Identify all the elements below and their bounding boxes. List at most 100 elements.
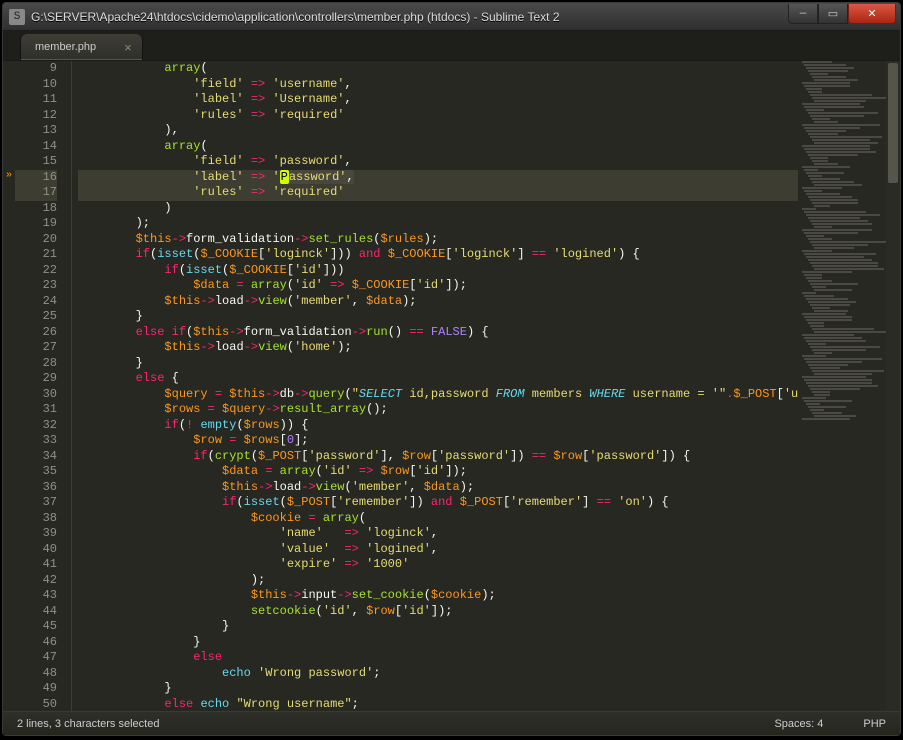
line-number[interactable]: 25: [15, 309, 57, 325]
line-number[interactable]: 27: [15, 340, 57, 356]
code-line[interactable]: $this->load->view('member', $data);: [78, 294, 886, 310]
line-number[interactable]: 15: [15, 154, 57, 170]
minimize-button[interactable]: —: [788, 4, 818, 24]
tab-close-icon[interactable]: ×: [124, 40, 132, 55]
bookmark-gutter: »: [3, 61, 15, 711]
code-line[interactable]: 'rules' => 'required': [78, 108, 886, 124]
title-bar[interactable]: S G:\SERVER\Apache24\htdocs\cidemo\appli…: [3, 3, 900, 31]
line-number[interactable]: 12: [15, 108, 57, 124]
code-line[interactable]: if(crypt($_POST['password'], $row['passw…: [78, 449, 886, 465]
code-area[interactable]: array( 'field' => 'username', 'label' =>…: [72, 61, 886, 711]
line-number[interactable]: 34: [15, 449, 57, 465]
line-number-gutter[interactable]: 9101112131415161718192021222324252627282…: [15, 61, 72, 711]
code-line[interactable]: 'field' => 'username',: [78, 77, 886, 93]
code-line[interactable]: if(! empty($rows)) {: [78, 418, 886, 434]
code-line[interactable]: $data = array('id' => $_COOKIE['id']);: [78, 278, 886, 294]
line-number[interactable]: 50: [15, 697, 57, 712]
line-number[interactable]: 49: [15, 681, 57, 697]
code-line[interactable]: );: [78, 573, 886, 589]
code-line[interactable]: }: [78, 309, 886, 325]
status-indent[interactable]: Spaces: 4: [774, 718, 823, 730]
tab-member-php[interactable]: member.php ×: [21, 34, 142, 60]
code-line[interactable]: if(isset($_POST['remember']) and $_POST[…: [78, 495, 886, 511]
line-number[interactable]: 39: [15, 526, 57, 542]
line-number[interactable]: 35: [15, 464, 57, 480]
line-number[interactable]: 31: [15, 402, 57, 418]
line-number[interactable]: 10: [15, 77, 57, 93]
code-line[interactable]: }: [78, 635, 886, 651]
code-line[interactable]: ),: [78, 123, 886, 139]
line-number[interactable]: 24: [15, 294, 57, 310]
line-number[interactable]: 41: [15, 557, 57, 573]
code-line[interactable]: $this->input->set_cookie($cookie);: [78, 588, 886, 604]
code-line[interactable]: $this->load->view('member', $data);: [78, 480, 886, 496]
code-line[interactable]: 'name' => 'loginck',: [78, 526, 886, 542]
line-number[interactable]: 44: [15, 604, 57, 620]
code-line[interactable]: }: [78, 356, 886, 372]
editor[interactable]: » 91011121314151617181920212223242526272…: [3, 61, 900, 711]
line-number[interactable]: 38: [15, 511, 57, 527]
vertical-scrollbar[interactable]: [886, 61, 900, 711]
close-button[interactable]: ✕: [848, 4, 896, 24]
line-number[interactable]: 36: [15, 480, 57, 496]
code-line[interactable]: $this->load->view('home');: [78, 340, 886, 356]
code-line[interactable]: $query = $this->db->query("SELECT id,pas…: [78, 387, 886, 403]
code-line[interactable]: setcookie('id', $row['id']);: [78, 604, 886, 620]
line-number[interactable]: 26: [15, 325, 57, 341]
line-number[interactable]: 47: [15, 650, 57, 666]
code-line[interactable]: array(: [78, 61, 886, 77]
line-number[interactable]: 28: [15, 356, 57, 372]
minimap[interactable]: [798, 61, 886, 711]
line-number[interactable]: 46: [15, 635, 57, 651]
code-line[interactable]: }: [78, 619, 886, 635]
line-number[interactable]: 33: [15, 433, 57, 449]
code-line[interactable]: else echo "Wrong username";: [78, 697, 886, 712]
code-line[interactable]: $data = array('id' => $row['id']);: [78, 464, 886, 480]
code-line[interactable]: 'rules' => 'required': [78, 185, 886, 201]
line-number[interactable]: 14: [15, 139, 57, 155]
line-number[interactable]: 43: [15, 588, 57, 604]
code-line[interactable]: array(: [78, 139, 886, 155]
maximize-button[interactable]: ▭: [818, 4, 848, 24]
code-line[interactable]: if(isset($_COOKIE['id'])): [78, 263, 886, 279]
code-line[interactable]: else if($this->form_validation->run() ==…: [78, 325, 886, 341]
line-number[interactable]: 21: [15, 247, 57, 263]
line-number[interactable]: 20: [15, 232, 57, 248]
line-number[interactable]: 17: [15, 185, 57, 201]
line-number[interactable]: 11: [15, 92, 57, 108]
line-number[interactable]: 16: [15, 170, 57, 186]
line-number[interactable]: 22: [15, 263, 57, 279]
code-line[interactable]: else: [78, 650, 886, 666]
scroll-thumb[interactable]: [888, 63, 898, 183]
code-line[interactable]: if(isset($_COOKIE['loginck'])) and $_COO…: [78, 247, 886, 263]
code-line[interactable]: }: [78, 681, 886, 697]
line-number[interactable]: 29: [15, 371, 57, 387]
line-number[interactable]: 19: [15, 216, 57, 232]
status-language[interactable]: PHP: [863, 718, 886, 730]
line-number[interactable]: 45: [15, 619, 57, 635]
code-line[interactable]: $this->form_validation->set_rules($rules…: [78, 232, 886, 248]
code-line[interactable]: 'expire' => '1000': [78, 557, 886, 573]
code-line[interactable]: 'value' => 'logined',: [78, 542, 886, 558]
line-number[interactable]: 30: [15, 387, 57, 403]
line-number[interactable]: 18: [15, 201, 57, 217]
code-line[interactable]: 'label' => 'Username',: [78, 92, 886, 108]
code-line[interactable]: 'label' => 'Password',: [78, 170, 886, 186]
line-number[interactable]: 40: [15, 542, 57, 558]
line-number[interactable]: 37: [15, 495, 57, 511]
bookmark-icon: [3, 139, 15, 155]
line-number[interactable]: 48: [15, 666, 57, 682]
line-number[interactable]: 42: [15, 573, 57, 589]
code-line[interactable]: $rows = $query->result_array();: [78, 402, 886, 418]
line-number[interactable]: 23: [15, 278, 57, 294]
code-line[interactable]: else {: [78, 371, 886, 387]
line-number[interactable]: 32: [15, 418, 57, 434]
code-line[interactable]: 'field' => 'password',: [78, 154, 886, 170]
code-line[interactable]: $row = $rows[0];: [78, 433, 886, 449]
code-line[interactable]: ): [78, 201, 886, 217]
code-line[interactable]: echo 'Wrong password';: [78, 666, 886, 682]
code-line[interactable]: $cookie = array(: [78, 511, 886, 527]
line-number[interactable]: 9: [15, 61, 57, 77]
code-line[interactable]: );: [78, 216, 886, 232]
line-number[interactable]: 13: [15, 123, 57, 139]
